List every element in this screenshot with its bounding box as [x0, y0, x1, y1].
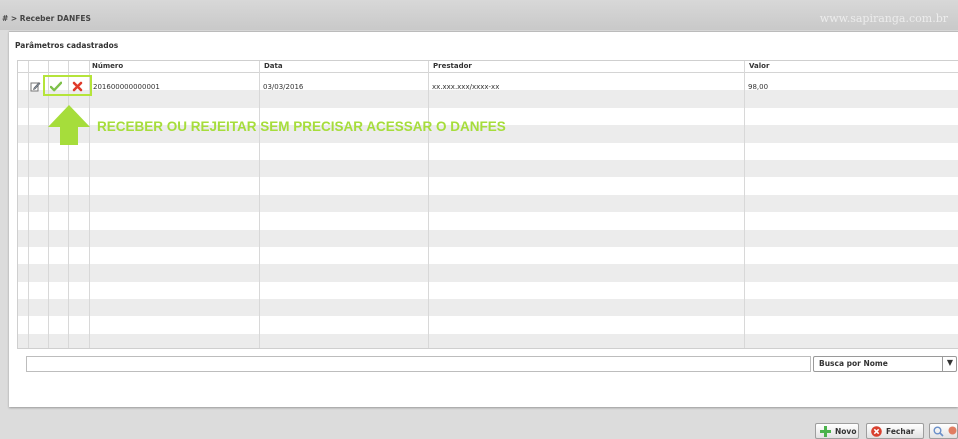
edit-icon[interactable]	[29, 80, 41, 92]
column-divider	[744, 61, 745, 348]
table-row	[18, 159, 958, 178]
column-divider	[259, 61, 260, 348]
column-header-numero[interactable]: Número	[92, 62, 123, 70]
table-row	[18, 194, 958, 213]
danfes-table: Número Data Prestador Valor	[17, 60, 958, 349]
column-divider	[28, 61, 29, 348]
fechar-button-label: Fechar	[886, 426, 915, 436]
lock-icon	[948, 425, 957, 438]
novo-button-label: Novo	[835, 426, 857, 436]
table-row	[18, 246, 958, 265]
column-header-prestador[interactable]: Prestador	[433, 62, 472, 70]
column-divider	[428, 61, 429, 348]
panel-title: Parâmetros cadastrados	[15, 41, 119, 50]
table-header: Número Data Prestador Valor	[18, 61, 958, 73]
table-row	[18, 299, 958, 317]
cell-data: 03/03/2016	[263, 83, 304, 91]
arrow-up-icon	[48, 105, 90, 147]
select-divider	[942, 357, 943, 371]
search-mode-select[interactable]: Busca por Nome ▼	[813, 356, 957, 372]
table-row	[18, 281, 958, 300]
annotation-text: RECEBER OU REJEITAR SEM PRECISAR ACESSAR…	[97, 119, 506, 134]
action-highlight-box	[43, 75, 92, 96]
cell-prestador: xx.xxx.xxx/xxxx-xx	[432, 83, 500, 91]
zoom-icon	[933, 426, 944, 437]
table-row	[18, 212, 958, 230]
table-row	[18, 264, 958, 282]
table-row	[18, 229, 958, 247]
watermark: www.sapiranga.com.br	[819, 12, 948, 25]
close-icon	[871, 425, 882, 437]
column-header-valor[interactable]: Valor	[749, 62, 769, 70]
cell-valor: 98,00	[748, 83, 769, 91]
cell-numero: 201600000000001	[93, 83, 160, 91]
table-row	[18, 333, 958, 348]
top-bar: # > Receber DANFES www.sapiranga.com.br	[0, 0, 958, 30]
novo-button[interactable]: Novo	[815, 423, 859, 439]
table-rows	[18, 73, 958, 348]
search-mode-label: Busca por Nome	[819, 359, 888, 368]
column-header-data[interactable]: Data	[264, 62, 283, 70]
chevron-down-icon[interactable]: ▼	[947, 358, 953, 367]
table-row	[18, 177, 958, 195]
search-input[interactable]	[26, 356, 811, 372]
breadcrumb: # > Receber DANFES	[2, 14, 91, 23]
plus-icon	[820, 425, 831, 437]
table-row	[18, 316, 958, 334]
extra-toolbar-button[interactable]	[929, 423, 958, 439]
fechar-button[interactable]: Fechar	[866, 423, 924, 439]
table-row	[18, 90, 958, 108]
table-row	[18, 142, 958, 160]
